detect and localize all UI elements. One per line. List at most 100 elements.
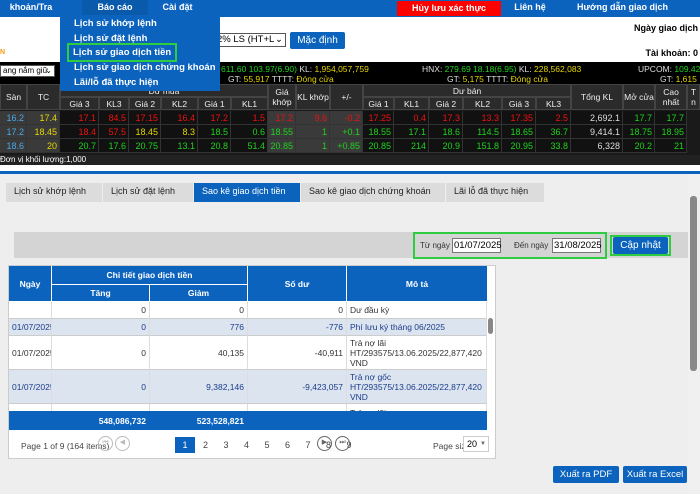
- trade-date-label: Ngày giao dịch: [633, 23, 698, 33]
- board-cell: 17.4: [27, 111, 60, 125]
- hnx-gt-label: GT:: [447, 74, 463, 84]
- page-5-button[interactable]: 5: [257, 437, 277, 453]
- nav-contact[interactable]: Liên hệ: [510, 0, 550, 17]
- export-pdf-button[interactable]: Xuất ra PDF: [553, 466, 619, 483]
- page-7-button[interactable]: 7: [298, 437, 318, 453]
- vnindex-tt-label: TTTT:: [269, 74, 297, 84]
- board-cell: 17.25: [363, 111, 394, 125]
- vnindex-value: 611.60 103.97(6.90): [221, 64, 297, 74]
- board-cell: 17.1: [394, 125, 429, 139]
- next-page-icon[interactable]: ▶: [317, 436, 332, 451]
- chevron-down-icon: ⌄: [45, 66, 52, 75]
- holding-select[interactable]: ang nắm giữ ⌄: [0, 65, 55, 77]
- board-subheader: Giá 1: [363, 97, 394, 110]
- table-row[interactable]: 01/07/2025 0 40,135 -40,911 Trả nợ lãi HT/29…: [9, 336, 487, 370]
- col-decrease: Giảm: [150, 285, 248, 302]
- menu-item-cash-history[interactable]: Lịch sử giao dịch tiền: [66, 43, 178, 62]
- board-cell: 17.2: [198, 111, 231, 125]
- board-subheader: Giá 1: [198, 97, 231, 110]
- tab-order-history[interactable]: Lịch sử đặt lệnh: [103, 183, 193, 202]
- cancel-auth-button[interactable]: Hủy lưu xác thực: [397, 1, 501, 16]
- board-cell: 18.55: [363, 125, 394, 139]
- table-body: 0 0 0 Dư đầu kỳ 01/07/2025 0 776 -776 Phí lưu ký…: [9, 302, 487, 411]
- page-scrollbar[interactable]: [688, 174, 700, 494]
- board-subheader: KL1: [231, 97, 268, 110]
- board-cell: 9,414.1: [571, 125, 623, 139]
- cell-dec: 9,382,146: [150, 370, 248, 404]
- board-cell: 18.95: [655, 125, 687, 139]
- cell-inc: 0: [52, 336, 150, 370]
- board-cell: 17.1: [60, 111, 99, 125]
- board-cell: 9.6: [296, 111, 330, 125]
- upcom-line1: UPCOM: 109.42 4: [638, 64, 700, 74]
- menu-item-match-history[interactable]: Lịch sử khớp lệnh: [74, 16, 157, 31]
- from-date-input[interactable]: 01/07/2025: [452, 238, 502, 253]
- to-date-input[interactable]: 31/08/2025: [552, 238, 602, 253]
- menu-item-order-history[interactable]: Lịch sử đặt lệnh: [74, 31, 147, 46]
- cell-bal: 0: [248, 302, 347, 319]
- tab-stock-statement[interactable]: Sao kê giao dịch chứng khoán: [301, 183, 445, 202]
- board-cell: 18.5: [198, 125, 231, 139]
- prev-page-icon[interactable]: ◀: [115, 436, 130, 451]
- update-button[interactable]: Cập nhật: [613, 237, 668, 254]
- page-2-button[interactable]: 2: [196, 437, 216, 453]
- board-header-change: +/-: [330, 84, 363, 110]
- volume-unit: Đơn vị khối lượng:1,000: [0, 155, 700, 165]
- price-board: Sàn TC Giá khớp KL khớp +/- Tổng KL Mở cửa Cao …: [0, 84, 700, 164]
- cell-bal: -9,423,057: [248, 370, 347, 404]
- total-decrease: 523,528,821: [196, 416, 244, 426]
- page-4-button[interactable]: 4: [237, 437, 257, 453]
- page-scrollbar-thumb[interactable]: [690, 196, 697, 371]
- board-header-mo-cua: Mở cửa: [623, 84, 655, 110]
- export-excel-button[interactable]: Xuất ra Excel: [623, 466, 687, 483]
- board-cell: 20.7: [60, 139, 99, 153]
- table-row[interactable]: 01/07/2025038,157-9,461,214Trả nợ lãi HT…: [9, 404, 487, 411]
- board-cell: 18.6: [0, 139, 27, 153]
- board-header-gia-khop: Giá khớp: [268, 84, 296, 110]
- cell-inc: 0: [52, 370, 150, 404]
- menu-item-stock-history[interactable]: Lịch sử giao dịch chứng khoán: [74, 60, 216, 75]
- board-header-san: Sàn: [0, 84, 27, 110]
- board-cell: 214: [394, 139, 429, 153]
- table-row[interactable]: 01/07/2025 0 9,382,146 -9,423,057 Trả nợ gốc…: [9, 370, 487, 404]
- vnindex-kl: 1,954,057,759: [314, 64, 369, 74]
- board-cell: 33.8: [536, 139, 571, 153]
- page-3-button[interactable]: 3: [216, 437, 236, 453]
- page-size-value: 20: [467, 439, 478, 449]
- board-cell: 17.7: [623, 111, 655, 125]
- board-cell: 18.55: [268, 125, 296, 139]
- hnx-status: Đóng cửa: [510, 74, 548, 84]
- tab-cash-statement[interactable]: Sao kê giao dịch tiền: [194, 183, 300, 202]
- board-cell: 20.8: [198, 139, 231, 153]
- board-cell: 1: [296, 139, 330, 153]
- page-size-select[interactable]: 20 ▼: [463, 436, 489, 452]
- table-row[interactable]: 01/07/2025 0 776 -776 Phí lưu ký tháng 06/20…: [9, 319, 487, 336]
- hnx-tt-label: TTTT:: [483, 74, 511, 84]
- nav-account-lookup[interactable]: khoản/Tra cứu: [0, 0, 62, 27]
- scrollbar-thumb[interactable]: [488, 318, 493, 334]
- chevron-down-icon: ⌄: [275, 34, 283, 45]
- tab-realized-pnl[interactable]: Lãi lỗ đã thực hiện: [446, 183, 544, 202]
- upcom-gt: 1,615: [675, 74, 697, 84]
- last-page-icon[interactable]: ⏭: [335, 436, 350, 451]
- board-cell: 57.5: [99, 125, 129, 139]
- page-1-button[interactable]: 1: [175, 437, 195, 453]
- cell-bal: -776: [248, 319, 347, 336]
- cell-desc: Trả nợ lãi HT/293575/13.06.2025/22,877,4…: [347, 336, 487, 370]
- table-row[interactable]: 0 0 0 Dư đầu kỳ: [9, 302, 487, 319]
- first-page-icon[interactable]: ⏮: [98, 436, 113, 451]
- board-cell: 2,692.1: [571, 111, 623, 125]
- menu-item-realized-pnl[interactable]: Lãi/lỗ đã thực hiện: [74, 75, 158, 90]
- cell-desc: Trả nợ lãi HT/293963/23.06.2025/12,264,7…: [347, 404, 487, 411]
- table-scrollbar[interactable]: [487, 302, 495, 411]
- page-6-button[interactable]: 6: [278, 437, 298, 453]
- board-cell: 20: [27, 139, 60, 153]
- board-cell: 18.45: [129, 125, 161, 139]
- tab-match-history[interactable]: Lịch sử khớp lệnh: [6, 183, 102, 202]
- col-increase: Tăng: [52, 285, 150, 302]
- default-button[interactable]: Mặc định: [290, 32, 345, 49]
- board-subheader: Giá 3: [502, 97, 536, 110]
- nav-guide[interactable]: Hướng dẫn giao dịch: [570, 0, 675, 17]
- cell-date: 01/07/2025: [9, 404, 52, 411]
- loan-select[interactable]: 2% LS (HT+L ⌄: [214, 33, 286, 47]
